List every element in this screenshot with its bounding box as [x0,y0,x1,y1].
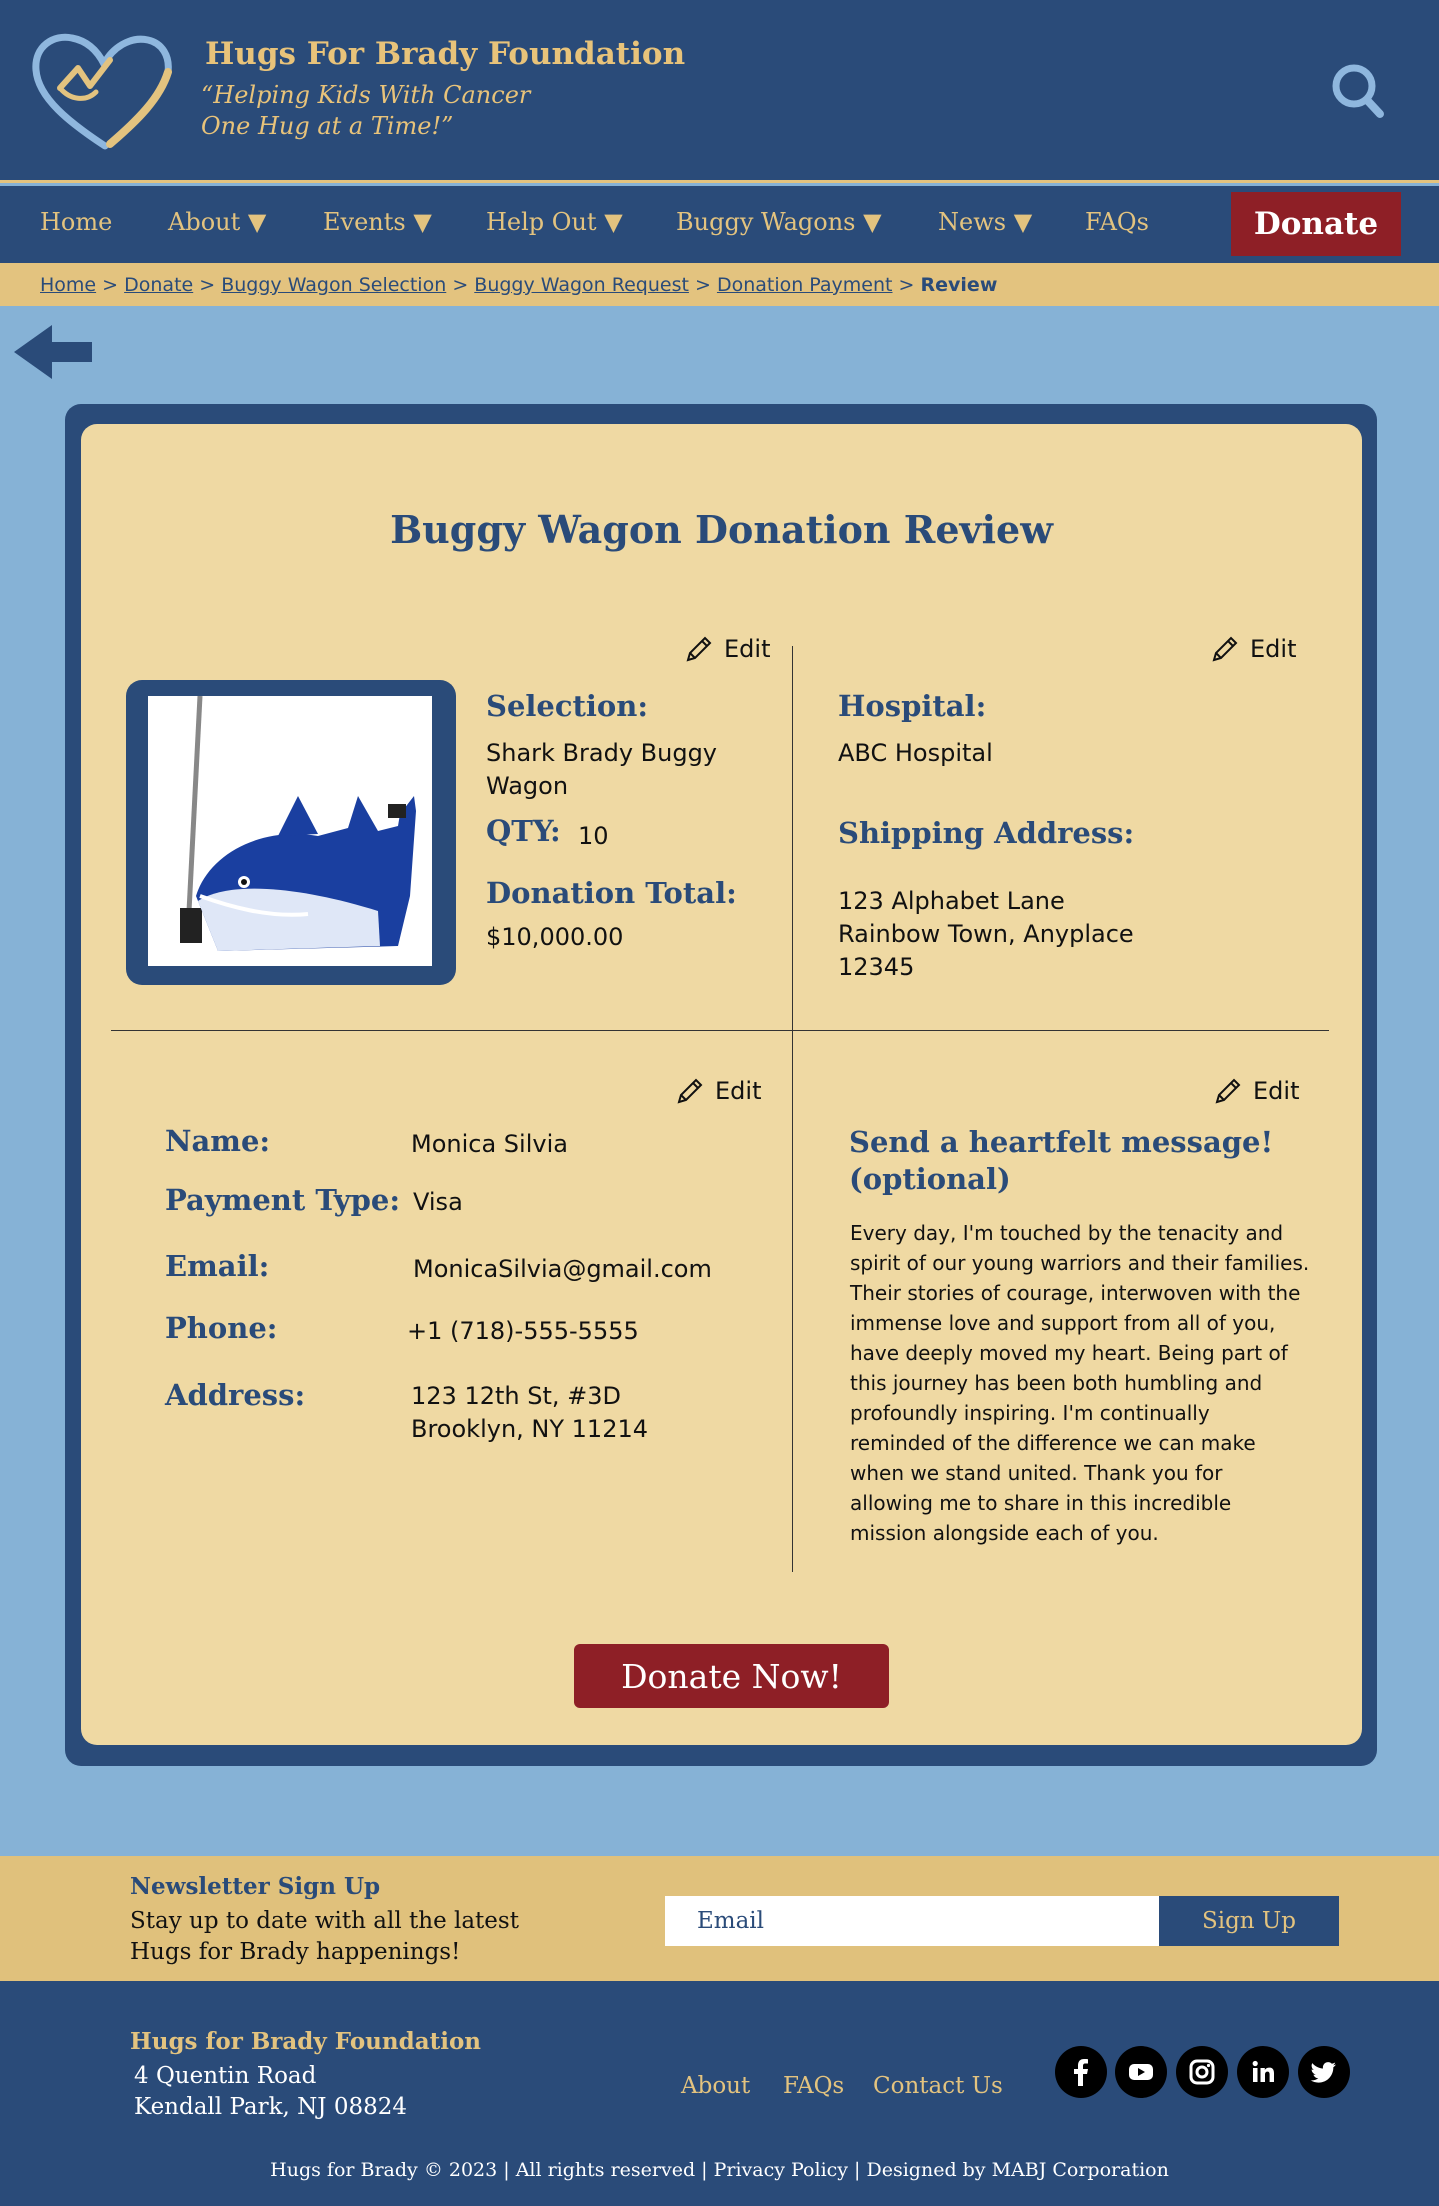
site-footer: Hugs for Brady Foundation 4 Quentin Road… [0,1981,1439,2206]
footer-address-line-2: Kendall Park, NJ 08824 [134,2094,407,2120]
linkedin-icon[interactable] [1237,2046,1289,2098]
search-icon[interactable] [1330,62,1386,120]
breadcrumb-donate[interactable]: Donate [124,274,193,296]
edit-message-button[interactable]: Edit [1213,1076,1299,1106]
name-label: Name: [165,1124,271,1158]
site-tagline: “Helping Kids With Cancer One Hug at a T… [201,80,530,142]
address-line-2: Brooklyn, NY 11214 [411,1415,648,1443]
product-image-frame [126,680,456,985]
breadcrumb-wagon-selection[interactable]: Buggy Wagon Selection [221,274,446,296]
newsletter-title: Newsletter Sign Up [130,1873,381,1900]
edit-label: Edit [715,1077,762,1105]
breadcrumb-current: Review [920,274,998,296]
newsletter-email-input[interactable] [665,1896,1159,1946]
shipping-line-2: Rainbow Town, Anyplace [838,920,1134,948]
total-value: $10,000.00 [486,923,624,951]
phone-label: Phone: [165,1311,278,1345]
footer-org-name: Hugs for Brady Foundation [130,2028,482,2055]
edit-selection-button[interactable]: Edit [684,634,770,664]
pencil-icon [1215,1078,1241,1104]
footer-address-line-1: 4 Quentin Road [134,2063,317,2089]
email-value: MonicaSilvia@gmail.com [413,1255,712,1283]
payment-type-value: Visa [413,1188,463,1216]
payment-type-label: Payment Type: [165,1183,401,1217]
footer-address: 4 Quentin Road Kendall Park, NJ 08824 [134,2061,407,2123]
edit-label: Edit [1253,1077,1300,1105]
shipping-line-3: 12345 [838,953,915,981]
footer-copyright: Hugs for Brady © 2023 | All rights reser… [270,2159,1169,2181]
heart-hug-logo[interactable] [30,28,180,152]
shark-wagon-illustration [180,695,416,951]
breadcrumb-separator: > [898,274,915,296]
site-title[interactable]: Hugs For Brady Foundation [205,36,685,72]
pencil-icon [677,1078,703,1104]
nav-donate-button[interactable]: Donate [1231,192,1401,256]
instagram-icon[interactable] [1176,2046,1228,2098]
selection-value: Shark Brady Buggy Wagon [486,739,717,800]
tagline-line-2: One Hug at a Time!” [201,112,454,140]
breadcrumb-separator: > [102,274,119,296]
breadcrumb-home[interactable]: Home [40,274,96,296]
nav-news[interactable]: News ▼ [938,208,1032,236]
newsletter-text-line-1: Stay up to date with all the latest [130,1908,519,1934]
email-label: Email: [165,1249,270,1283]
nav-faqs[interactable]: FAQs [1085,208,1149,236]
nav-buggy-wagons[interactable]: Buggy Wagons ▼ [676,208,882,236]
newsletter-text: Stay up to date with all the latest Hugs… [130,1906,519,1968]
hospital-value: ABC Hospital [838,739,993,767]
pencil-icon [686,636,712,662]
breadcrumb-wagon-request[interactable]: Buggy Wagon Request [474,274,689,296]
billing-address: 123 12th St, #3D Brooklyn, NY 11214 [411,1380,648,1446]
edit-label: Edit [1250,635,1297,663]
shipping-line-1: 123 Alphabet Lane [838,887,1065,915]
newsletter-section: Newsletter Sign Up Stay up to date with … [0,1856,1439,1981]
product-image [148,695,432,966]
phone-value: +1 (718)-555-5555 [407,1317,639,1345]
back-arrow-icon[interactable] [14,325,94,379]
breadcrumb: Home > Donate > Buggy Wagon Selection > … [0,263,1439,306]
vertical-divider [792,646,793,1572]
shipping-address: 123 Alphabet Lane Rainbow Town, Anyplace… [838,885,1134,984]
footer-link-about[interactable]: About [681,2073,750,2099]
address-label: Address: [165,1378,306,1412]
footer-link-contact[interactable]: Contact Us [873,2073,1003,2099]
horizontal-divider [111,1030,1329,1031]
nav-events[interactable]: Events ▼ [323,208,432,236]
newsletter-signup-button[interactable]: Sign Up [1159,1896,1339,1946]
footer-link-faqs[interactable]: FAQs [783,2073,844,2099]
selection-label: Selection: [486,689,649,723]
edit-label: Edit [724,635,771,663]
hospital-label: Hospital: [838,689,987,723]
page-title: Buggy Wagon Donation Review [390,507,1053,552]
name-value: Monica Silvia [411,1130,568,1158]
newsletter-text-line-2: Hugs for Brady happenings! [130,1939,461,1965]
qty-value: 10 [578,822,609,850]
main-nav: Home About ▼ Events ▼ Help Out ▼ Buggy W… [0,186,1439,263]
nav-about[interactable]: About ▼ [168,208,266,236]
edit-shipping-button[interactable]: Edit [1210,634,1296,664]
facebook-icon[interactable] [1055,2046,1107,2098]
donate-now-button[interactable]: Donate Now! [574,1644,889,1708]
tagline-line-1: “Helping Kids With Cancer [201,81,531,109]
twitter-icon[interactable] [1298,2046,1350,2098]
nav-home[interactable]: Home [40,208,112,236]
shipping-label: Shipping Address: [838,816,1135,850]
breadcrumb-separator: > [694,274,711,296]
message-label: Send a heartfelt message! (optional) [849,1125,1274,1196]
address-line-1: 123 12th St, #3D [411,1382,621,1410]
pencil-icon [1212,636,1238,662]
breadcrumb-donation-payment[interactable]: Donation Payment [717,274,893,296]
youtube-icon[interactable] [1115,2046,1167,2098]
edit-payment-button[interactable]: Edit [675,1076,761,1106]
qty-label: QTY: [486,814,561,848]
breadcrumb-separator: > [452,274,469,296]
review-card: Buggy Wagon Donation Review Edit Edit Ed… [81,424,1362,1745]
total-label: Donation Total: [486,876,737,910]
site-header: Hugs For Brady Foundation “Helping Kids … [0,0,1439,183]
breadcrumb-separator: > [199,274,216,296]
nav-help-out[interactable]: Help Out ▼ [486,208,623,236]
message-text: Every day, I'm touched by the tenacity a… [850,1221,1310,1545]
